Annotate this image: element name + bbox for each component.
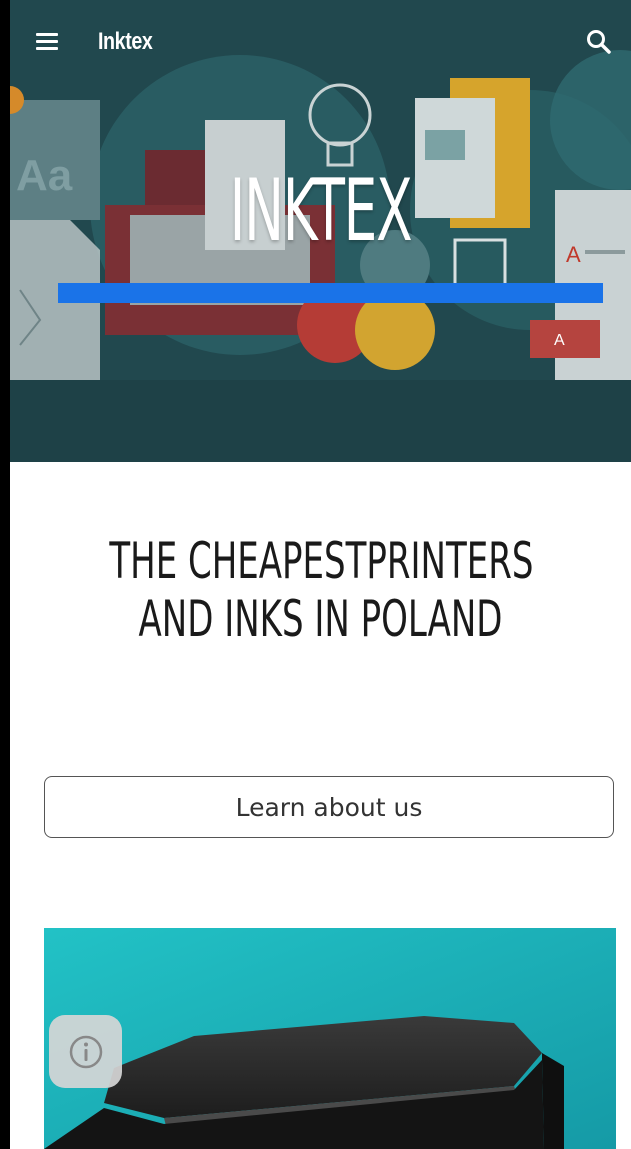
hamburger-menu-icon[interactable] [36, 33, 66, 55]
printer-illustration [44, 928, 616, 1149]
product-image [44, 928, 616, 1149]
headline-line-1: THE CHEAPESTPRINTERS [109, 532, 534, 590]
top-app-bar: Inktex [10, 0, 631, 90]
headline-line-2: AND INKS IN POLAND [138, 590, 503, 648]
svg-text:A: A [566, 242, 581, 267]
svg-text:A: A [554, 332, 565, 349]
search-icon[interactable] [585, 28, 615, 58]
info-icon[interactable] [49, 1015, 122, 1088]
svg-text:Aa: Aa [16, 151, 73, 200]
page-headline: THE CHEAPESTPRINTERS AND INKS IN POLAND [10, 532, 631, 648]
hero-title: INKTEX [229, 161, 413, 261]
learn-about-us-button[interactable]: Learn about us [44, 776, 614, 838]
site-brand-link[interactable]: Inktex [98, 28, 153, 56]
page-frame: Aa A A INKTEX Inktex THE CHEAPESTPRINTER… [10, 0, 631, 1149]
hero-accent-bar [58, 283, 603, 303]
